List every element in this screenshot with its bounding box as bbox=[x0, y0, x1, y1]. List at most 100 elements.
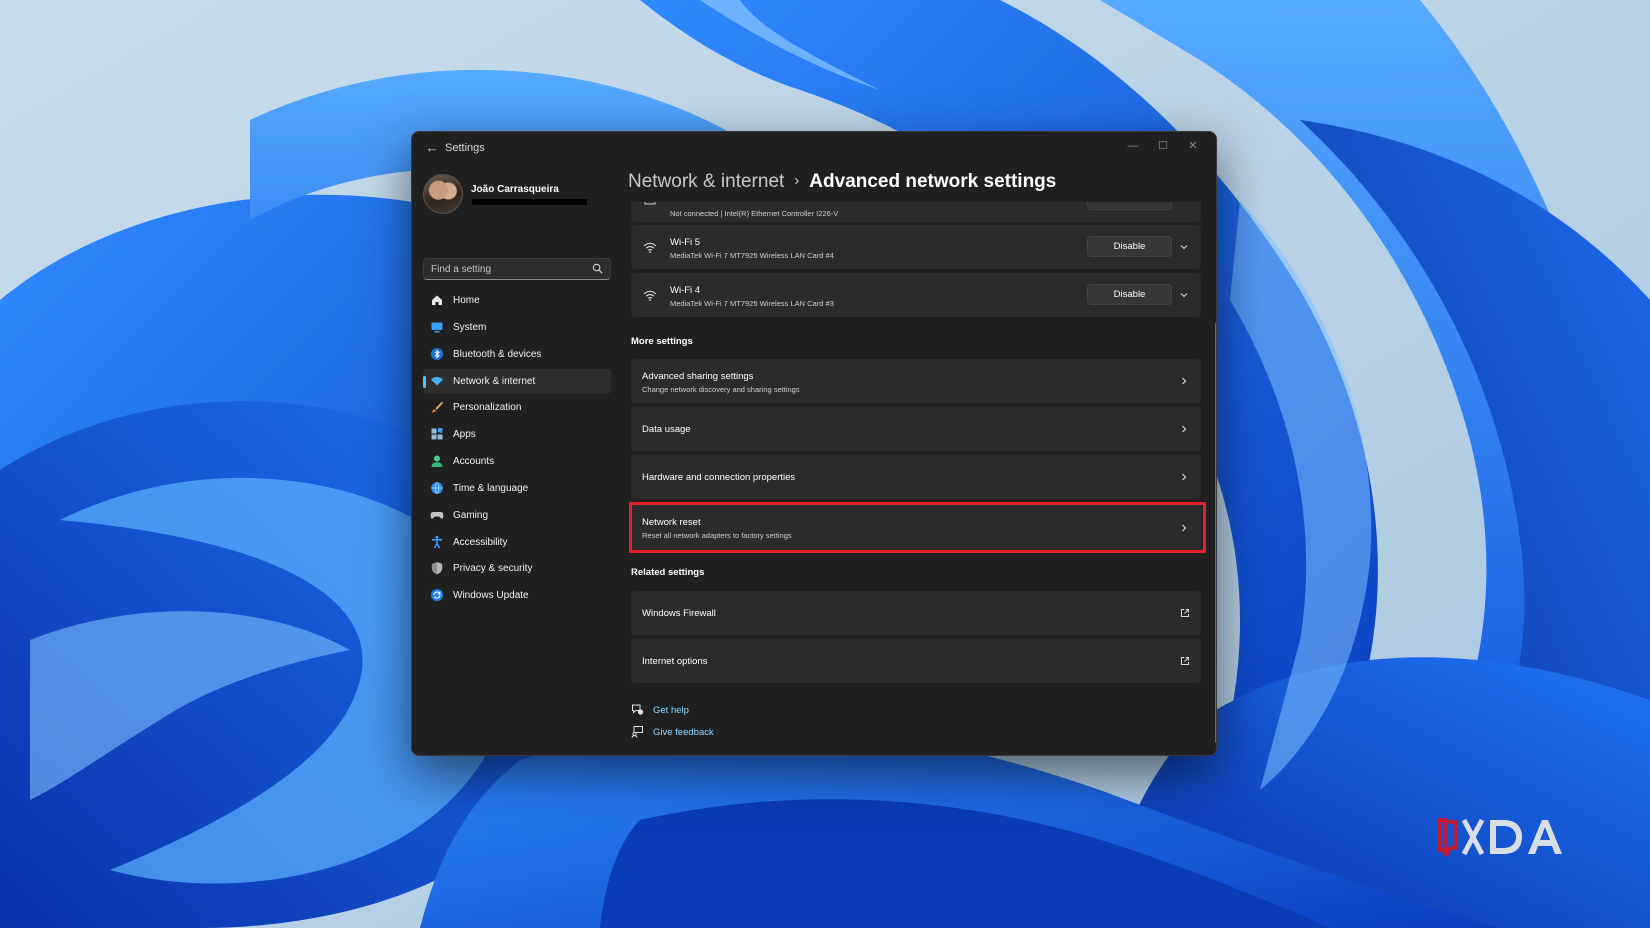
card-title: Network reset bbox=[642, 517, 701, 528]
sidebar-item-apps[interactable]: Apps bbox=[423, 422, 611, 447]
network-reset-card[interactable]: Network reset Reset all network adapters… bbox=[631, 505, 1201, 550]
get-help-label[interactable]: Get help bbox=[653, 705, 689, 716]
settings-window: ← Settings — ☐ ✕ João Carrasqueira Home bbox=[411, 131, 1217, 756]
accounts-icon bbox=[431, 455, 443, 468]
accessibility-icon bbox=[432, 535, 442, 548]
ethernet-partial-button[interactable] bbox=[1087, 202, 1172, 210]
search-icon[interactable] bbox=[592, 263, 603, 274]
chevron-right-icon bbox=[1182, 473, 1187, 481]
sidebar-item-gaming[interactable]: Gaming bbox=[423, 503, 611, 528]
gamepad-icon bbox=[430, 511, 444, 519]
sidebar-item-label: Personalization bbox=[453, 402, 522, 414]
card-subtitle: Change network discovery and sharing set… bbox=[642, 385, 800, 394]
chevron-down-icon[interactable] bbox=[1179, 242, 1189, 252]
related-settings-heading: Related settings bbox=[631, 567, 705, 578]
page-title: Advanced network settings bbox=[809, 171, 1057, 192]
sidebar-item-accounts[interactable]: Accounts bbox=[423, 449, 611, 474]
xda-logo-watermark bbox=[1438, 818, 1562, 857]
disable-button[interactable]: Disable bbox=[1087, 284, 1172, 305]
redacted-email bbox=[472, 199, 587, 205]
search-box[interactable] bbox=[423, 258, 611, 280]
breadcrumb-parent[interactable]: Network & internet bbox=[628, 171, 784, 192]
adapter-description: MediaTek Wi-Fi 7 MT7925 Wireless LAN Car… bbox=[670, 299, 834, 308]
disable-button[interactable]: Disable bbox=[1087, 236, 1172, 257]
adapter-name: Wi-Fi 5 bbox=[670, 237, 701, 248]
wifi4-adapter-card[interactable]: Wi-Fi 4 MediaTek Wi-Fi 7 MT7925 Wireless… bbox=[631, 273, 1201, 317]
sidebar-item-label: Bluetooth & devices bbox=[453, 348, 542, 360]
sidebar-item-label: System bbox=[453, 321, 487, 333]
bluetooth-icon bbox=[431, 347, 443, 360]
sidebar-item-label: Accounts bbox=[453, 456, 495, 468]
brush-icon bbox=[431, 401, 443, 413]
more-settings-heading: More settings bbox=[631, 336, 693, 347]
shield-icon bbox=[431, 562, 443, 575]
back-button[interactable]: ← bbox=[422, 140, 442, 156]
sidebar-item-label: Privacy & security bbox=[453, 563, 533, 575]
sidebar-item-label: Accessibility bbox=[453, 536, 508, 548]
card-title: Windows Firewall bbox=[642, 608, 716, 619]
sidebar-item-network[interactable]: Network & internet bbox=[423, 368, 611, 394]
card-title: Internet options bbox=[642, 656, 708, 667]
sidebar-item-windows-update[interactable]: Windows Update bbox=[423, 583, 611, 608]
sidebar-item-accessibility[interactable]: Accessibility bbox=[423, 530, 611, 555]
chevron-down-icon[interactable] bbox=[1179, 290, 1189, 300]
search-input[interactable] bbox=[424, 259, 584, 279]
card-title: Advanced sharing settings bbox=[642, 371, 754, 382]
sidebar-item-label: Windows Update bbox=[453, 590, 529, 602]
chevron-right-icon bbox=[1182, 524, 1187, 532]
nav-list: Home System Bluetooth & devices Network … bbox=[423, 288, 611, 610]
apps-icon bbox=[431, 427, 443, 440]
external-link-icon bbox=[1181, 657, 1189, 665]
user-name: João Carrasqueira bbox=[471, 184, 559, 195]
update-icon bbox=[431, 589, 443, 602]
ethernet-adapter-card[interactable]: Not connected | Intel(R) Ethernet Contro… bbox=[631, 202, 1201, 222]
windows-firewall-card[interactable]: Windows Firewall bbox=[631, 591, 1201, 635]
scrollbar[interactable] bbox=[1215, 323, 1216, 743]
sidebar-item-label: Apps bbox=[453, 429, 476, 441]
sidebar-item-time-language[interactable]: Time & language bbox=[423, 476, 611, 501]
window-title: Settings bbox=[445, 142, 485, 154]
ethernet-icon bbox=[644, 202, 656, 205]
wifi5-adapter-card[interactable]: Wi-Fi 5 MediaTek Wi-Fi 7 MT7925 Wireless… bbox=[631, 225, 1201, 269]
feedback-icon bbox=[631, 726, 643, 738]
sidebar-item-label: Time & language bbox=[453, 482, 529, 494]
hardware-connection-properties-card[interactable]: Hardware and connection properties bbox=[631, 455, 1201, 499]
sidebar-item-bluetooth[interactable]: Bluetooth & devices bbox=[423, 342, 611, 367]
external-link-icon bbox=[1181, 609, 1189, 617]
data-usage-card[interactable]: Data usage bbox=[631, 407, 1201, 451]
sidebar-item-personalization[interactable]: Personalization bbox=[423, 395, 611, 420]
card-title: Data usage bbox=[642, 424, 691, 435]
sidebar-item-label: Network & internet bbox=[453, 375, 536, 387]
wifi-icon bbox=[643, 290, 657, 301]
system-icon bbox=[431, 322, 443, 333]
maximize-button[interactable]: ☐ bbox=[1148, 136, 1178, 156]
sidebar-item-home[interactable]: Home bbox=[423, 288, 611, 313]
close-button[interactable]: ✕ bbox=[1178, 136, 1208, 156]
active-indicator bbox=[423, 375, 426, 388]
internet-options-card[interactable]: Internet options bbox=[631, 639, 1201, 683]
title-bar: ← Settings — ☐ ✕ bbox=[412, 132, 1216, 164]
adapter-description: Not connected | Intel(R) Ethernet Contro… bbox=[670, 209, 839, 218]
chevron-right-icon bbox=[1182, 425, 1187, 433]
sidebar-item-label: Gaming bbox=[453, 509, 489, 521]
sidebar-item-label: Home bbox=[453, 295, 480, 306]
card-title: Hardware and connection properties bbox=[642, 472, 796, 483]
advanced-sharing-settings-card[interactable]: Advanced sharing settings Change network… bbox=[631, 359, 1201, 403]
sidebar-item-privacy[interactable]: Privacy & security bbox=[423, 556, 611, 581]
user-profile[interactable]: João Carrasqueira bbox=[423, 174, 613, 218]
adapter-description: MediaTek Wi-Fi 7 MT7925 Wireless LAN Car… bbox=[670, 251, 834, 260]
minimize-button[interactable]: — bbox=[1118, 136, 1148, 156]
sidebar-item-system[interactable]: System bbox=[423, 315, 611, 340]
get-help-link[interactable]: Get help bbox=[631, 702, 751, 718]
give-feedback-link[interactable]: Give feedback bbox=[631, 724, 771, 740]
give-feedback-label[interactable]: Give feedback bbox=[653, 727, 714, 738]
settings-content: Not connected | Intel(R) Ethernet Contro… bbox=[629, 202, 1211, 755]
wifi-icon bbox=[643, 242, 657, 253]
home-icon bbox=[432, 295, 442, 305]
help-icon bbox=[632, 704, 644, 715]
avatar bbox=[423, 174, 463, 214]
breadcrumb-separator: › bbox=[794, 172, 800, 189]
network-icon bbox=[431, 376, 443, 386]
card-subtitle: Reset all network adapters to factory se… bbox=[642, 531, 792, 540]
adapter-name: Wi-Fi 4 bbox=[670, 285, 701, 296]
